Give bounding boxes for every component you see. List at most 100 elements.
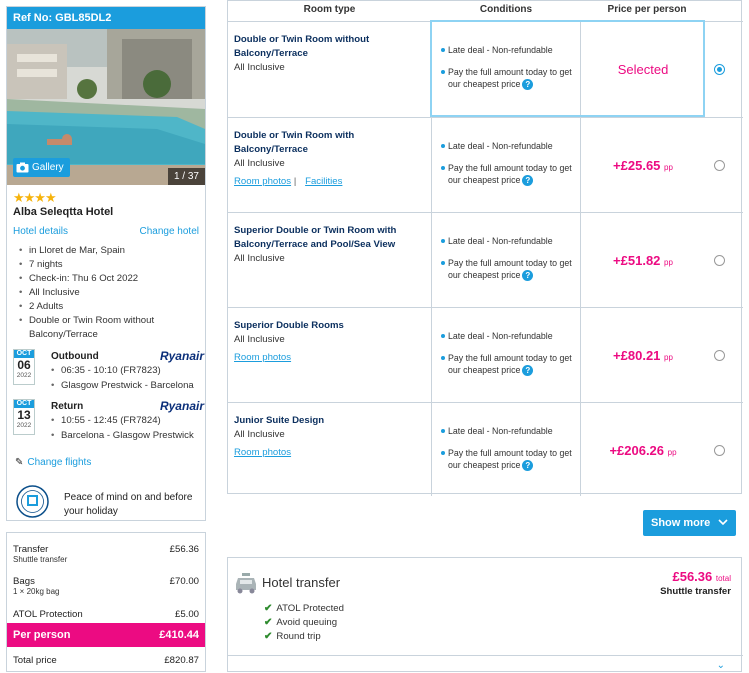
room-name: Double or Twin Room with Balcony/Terrace [234,130,355,155]
room-select-radio[interactable] [714,64,725,75]
return-label: Return [51,401,84,412]
room-name: Junior Suite Design [234,415,325,426]
per-person-total: Per person £410.44 [7,623,205,647]
room-name: Double or Twin Room without Balcony/Terr… [234,34,370,59]
condition-pay-full: Pay the full amount today to get our che… [441,67,572,90]
outbound-flight: OCT 06 2022 Outbound Ryanair 06:35 - 10:… [13,349,205,393]
header-conditions: Conditions [479,4,533,15]
bags-cost-value: £70.00 [169,576,199,587]
help-icon[interactable]: ? [522,175,534,186]
hotel-transfer-panel: Hotel transfer £56.36 total Shuttle tran… [227,557,743,673]
room-select-radio[interactable] [714,350,725,361]
room-photos-link[interactable]: Room photos [234,176,291,187]
transfer-title: Hotel transfer [262,575,341,590]
outbound-times: 06:35 - 10:10 (FR7823) [51,363,194,378]
room-row[interactable]: Junior Suite Design All Inclusive Room p… [228,402,743,496]
room-price: +£25.65 pp [613,158,673,173]
room-price: +£80.21 pp [613,348,673,363]
transfer-feature: ATOL Protected [276,603,344,614]
room-board: All Inclusive [234,253,285,264]
condition-late-deal: Late deal - Non-refundable [441,425,573,437]
gallery-label: Gallery [32,162,64,173]
detail-nights: 7 nights [17,258,202,272]
gallery-button[interactable]: Gallery [13,158,70,177]
condition-pay-full: Pay the full amount today to get our che… [441,353,572,376]
detail-checkin: Check-in: Thu 6 Oct 2022 [17,272,202,286]
room-board: All Inclusive [234,158,285,169]
room-board: All Inclusive [234,62,285,73]
hotel-star-rating: ★★★★ [13,190,57,205]
bags-cost-sub: 1 × 20kg bag [13,587,60,596]
room-board: All Inclusive [234,334,285,345]
chevron-down-icon: ⌄ [716,660,725,671]
room-row[interactable]: Superior Double Rooms All Inclusive Room… [228,307,743,403]
transfer-cost-sub: Shuttle transfer [13,555,68,564]
protection-notice: Peace of mind on and before your holiday [16,485,206,521]
room-row[interactable]: Double or Twin Room with Balcony/Terrace… [228,117,743,213]
condition-late-deal: Late deal - Non-refundable [441,235,573,247]
pencil-icon: ✎ [15,457,24,468]
booking-summary-panel: Ref No: GBL85DL2 Gallery 1 / 37 ★★★★ Alb… [6,6,206,521]
room-board: All Inclusive [234,429,285,440]
condition-late-deal: Late deal - Non-refundable [441,44,573,56]
room-select-radio[interactable] [714,255,725,266]
condition-late-deal: Late deal - Non-refundable [441,140,573,152]
atol-cost-value: £5.00 [174,609,199,620]
hotel-photo[interactable]: Gallery 1 / 37 [7,29,205,185]
room-price: +£206.26 pp [609,443,677,458]
hotel-details-link[interactable]: Hotel details [13,226,68,237]
outbound-label: Outbound [51,351,99,362]
help-icon[interactable]: ? [522,365,534,376]
detail-location: in Lloret de Mar, Spain [17,244,202,258]
header-room-type: Room type [303,4,356,15]
booking-details-list: in Lloret de Mar, Spain 7 nights Check-i… [17,244,202,342]
total-price: Total price £820.87 [13,655,199,666]
room-price-selected: Selected [617,62,669,77]
peace-of-mind-text: Peace of mind on and before your holiday [64,492,193,517]
detail-guests: 2 Adults [17,300,202,314]
condition-pay-full: Pay the full amount today to get our che… [441,258,572,281]
condition-pay-full: Pay the full amount today to get our che… [441,163,572,186]
transfer-option-box[interactable]: ⌄ [228,655,743,673]
checkmark-icon: ✔ [264,603,273,614]
room-row[interactable]: Double or Twin Room without Balcony/Terr… [228,21,743,117]
help-icon[interactable]: ? [522,270,534,281]
airline-logo: Ryanair [159,399,204,413]
transfer-features: ✔ ATOL Protected ✔ Avoid queuing ✔ Round tr… [264,602,344,644]
taxi-icon [236,573,256,594]
calendar-icon: OCT 06 2022 [13,349,35,385]
room-photos-link[interactable]: Room photos [234,352,291,363]
checkmark-icon: ✔ [264,617,273,628]
cost-breakdown: Transfer Shuttle transfer £56.36 Bags 1 … [6,532,206,672]
detail-board: All Inclusive [17,286,202,300]
condition-pay-full: Pay the full amount today to get our che… [441,448,572,471]
return-flight: OCT 13 2022 Return Ryanair 10:55 - 12:45… [13,399,205,443]
checkmark-icon: ✔ [264,631,273,642]
airline-logo: Ryanair [159,349,204,363]
room-row[interactable]: Superior Double or Twin Room with Balcon… [228,212,743,308]
facilities-link[interactable]: Facilities [305,176,342,187]
help-icon[interactable]: ? [522,460,534,471]
calendar-icon: OCT 13 2022 [13,399,35,435]
return-route: Barcelona - Glasgow Prestwick [51,428,194,443]
room-name: Superior Double Rooms [234,320,344,331]
room-select-radio[interactable] [714,445,725,456]
protection-badge-icon [16,485,49,518]
transfer-type: Shuttle transfer [660,586,731,597]
header-price: Price per person [607,4,687,15]
room-photos-link[interactable]: Room photos [234,447,291,458]
atol-cost-label: ATOL Protection [13,609,83,620]
change-flights-link[interactable]: ✎ Change flights [15,457,91,468]
chevron-down-icon [718,517,728,529]
room-select-radio[interactable] [714,160,725,171]
transfer-cost-value: £56.36 [169,544,199,555]
condition-late-deal: Late deal - Non-refundable [441,330,573,342]
change-hotel-link[interactable]: Change hotel [140,226,200,237]
show-more-button[interactable]: Show more [643,510,736,536]
transfer-price: £56.36 total [672,569,731,584]
help-icon[interactable]: ? [522,79,534,90]
hotel-name: Alba Seleqtta Hotel [13,206,114,218]
total-price-value: £820.87 [164,655,199,666]
room-name: Superior Double or Twin Room with Balcon… [234,225,397,250]
transfer-feature: Round trip [276,631,321,642]
